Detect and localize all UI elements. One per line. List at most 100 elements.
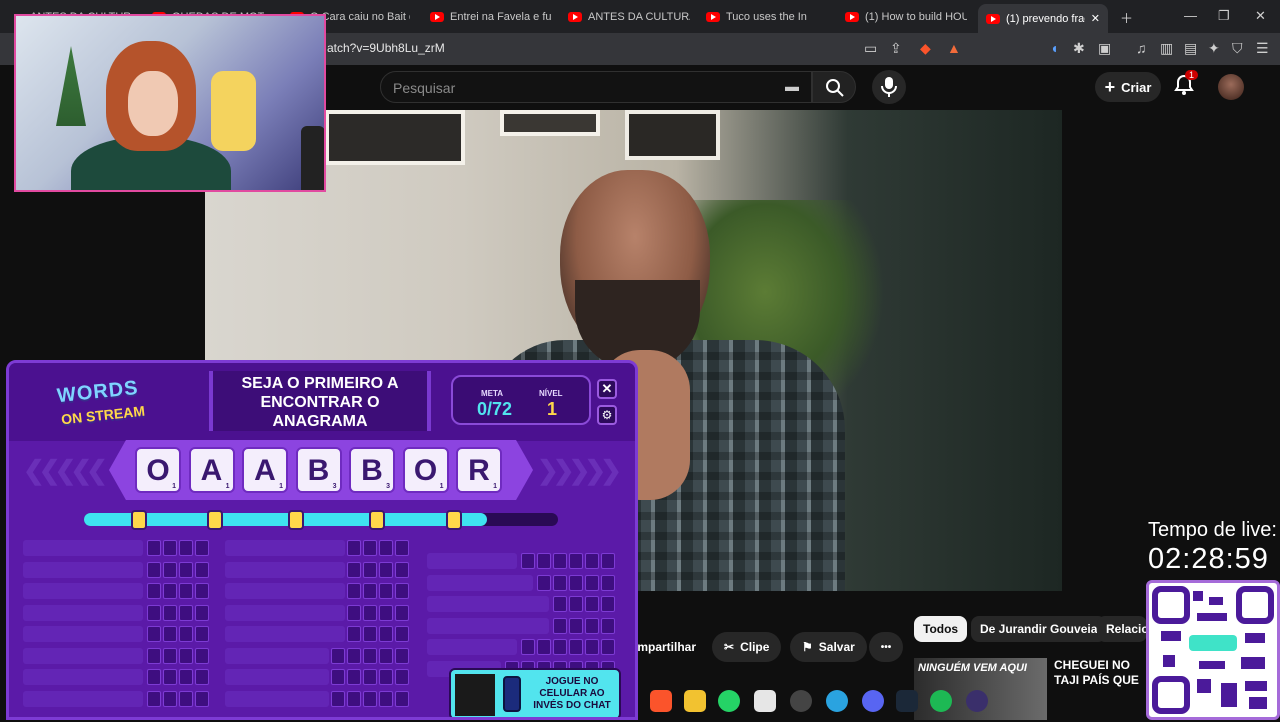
cast-icon[interactable]: ▭ [864, 40, 877, 57]
browser-tab[interactable]: (1) How to build HOUS [845, 6, 967, 27]
sidebar-icon[interactable]: ▥ [1160, 40, 1173, 57]
letter-slot [347, 604, 361, 621]
play-on-phone-banner[interactable]: JOGUE NO CELULAR AO INVÉS DO CHAT [449, 668, 621, 717]
tile-score: 1 [172, 483, 176, 490]
share-button[interactable]: ompartilhar [630, 632, 696, 662]
letter-slot [195, 647, 209, 664]
app-icon[interactable] [754, 690, 776, 712]
notifications-button[interactable]: 1 [1173, 70, 1199, 98]
clip-button[interactable]: ✂ Clipe [712, 632, 782, 662]
plus-icon: + [1104, 76, 1116, 97]
restore-icon[interactable]: ❐ [1218, 8, 1230, 24]
browser-tab[interactable]: Entrei na Favela e fui B [430, 6, 552, 27]
word-slot-bar [23, 669, 143, 685]
letter-slot [601, 596, 615, 612]
word-slot-row [23, 583, 211, 599]
close-tab-icon[interactable]: ✕ [1091, 12, 1100, 25]
letter-slot [601, 553, 615, 569]
letter-slot [585, 617, 599, 634]
youtube-icon [986, 13, 1000, 24]
letter-slot [195, 540, 209, 556]
chevron-right-icon: ❯❯❯❯❯ [537, 455, 622, 485]
folder-icon[interactable] [684, 690, 706, 712]
app-icon[interactable] [966, 690, 988, 712]
tile-score: 1 [279, 483, 283, 490]
brave-rewards-icon[interactable]: ▲ [947, 40, 961, 56]
chip-all[interactable]: Todos [914, 616, 968, 642]
leo-icon[interactable]: ✦ [1208, 40, 1220, 57]
letter-slot [569, 639, 583, 655]
spotify-icon[interactable] [930, 690, 952, 712]
obs-icon[interactable] [790, 690, 812, 712]
tile-letter: A [200, 454, 223, 487]
more-actions-button[interactable]: ••• [869, 632, 903, 662]
search-input[interactable]: Pesquisar ▬ [380, 71, 812, 103]
phone-icon [503, 676, 521, 712]
new-tab-icon[interactable]: ＋ [1120, 8, 1133, 27]
letter-slot [147, 604, 161, 621]
tile-letter: O [413, 454, 438, 487]
share-page-icon[interactable]: ⇪ [890, 40, 902, 57]
letter-slot [195, 604, 209, 621]
letter-slot [347, 647, 361, 664]
letter-tile: A1 [242, 447, 288, 493]
chip-from-channel[interactable]: De Jurandir Gouveia [971, 616, 1107, 642]
save-button[interactable]: ⚑ Salvar [790, 632, 867, 662]
recommended-title[interactable]: CHEGUEI NO TAJI PAÍS QUE NINGUÉ [1054, 658, 1146, 688]
keyboard-icon[interactable]: ▬ [785, 78, 799, 94]
qr-code [1146, 580, 1280, 720]
puzzle-icon[interactable]: ✱ [1073, 40, 1085, 57]
browser-tab[interactable]: ANTES DA CULTURA W [568, 6, 690, 27]
tile-score: 1 [493, 483, 497, 490]
create-button[interactable]: + Criar [1095, 72, 1161, 102]
settings-button[interactable]: ⚙ [597, 405, 617, 425]
chip-related[interactable]: Relacio [1097, 616, 1147, 642]
telegram-icon[interactable] [826, 690, 848, 712]
discord-icon[interactable] [862, 690, 884, 712]
tile-score: 1 [439, 483, 444, 490]
word-slot-bar [23, 690, 143, 707]
word-slot-bar [427, 639, 517, 655]
reader-icon[interactable]: ▣ [1098, 40, 1111, 57]
browser-tab-active[interactable]: (1) prevendo fraca ✕ [978, 4, 1108, 33]
letter-slot [363, 583, 377, 599]
thumbnail-text: NINGUÉM VEM AQUI [918, 662, 1027, 674]
close-window-icon[interactable]: ✕ [1255, 8, 1266, 24]
wallet-icon[interactable]: ▤ [1184, 40, 1197, 57]
tile-letter: B [361, 454, 383, 487]
minimize-icon[interactable]: — [1184, 8, 1197, 23]
letter-tile: A1 [188, 447, 235, 493]
url-field[interactable]: atch?v=9Ubh8Lu_zrM [327, 41, 445, 55]
letter-slot [585, 596, 599, 612]
browser-tab[interactable]: Tuco uses the In [706, 6, 828, 27]
letter-slot [163, 561, 177, 578]
word-slot-row [427, 617, 617, 634]
word-slot-bar [225, 561, 345, 578]
letter-slot [395, 626, 409, 642]
letter-slot [363, 604, 377, 621]
chip-label: Relacio [1106, 622, 1147, 636]
instruction-text: SEJA O PRIMEIRO A ENCONTRAR O ANAGRAMA [209, 371, 431, 431]
extension-icon[interactable]: ◖ [1050, 40, 1058, 56]
avatar[interactable] [1218, 74, 1244, 100]
close-button[interactable]: ✕ [597, 379, 617, 399]
letter-slot [163, 540, 177, 556]
letter-slot [379, 583, 393, 599]
word-slot-row [23, 669, 211, 685]
letter-slot [553, 596, 567, 612]
brave-icon[interactable] [650, 690, 672, 712]
search-icon [826, 79, 844, 97]
menu-icon[interactable]: ☰ [1256, 40, 1269, 57]
qr-pattern [1152, 586, 1274, 714]
music-icon[interactable]: ♫ [1136, 40, 1147, 56]
search-button[interactable] [812, 71, 856, 103]
brave-shield-icon[interactable]: ◆ [920, 40, 931, 57]
whatsapp-icon[interactable] [718, 690, 740, 712]
steam-icon[interactable] [896, 690, 918, 712]
vpn-icon[interactable]: ⛉ [1232, 40, 1243, 57]
letter-slot [163, 669, 177, 685]
voice-search-button[interactable] [872, 70, 906, 104]
word-slot-row [225, 669, 411, 685]
lock-icon [446, 510, 462, 530]
word-slot-row [225, 647, 411, 664]
